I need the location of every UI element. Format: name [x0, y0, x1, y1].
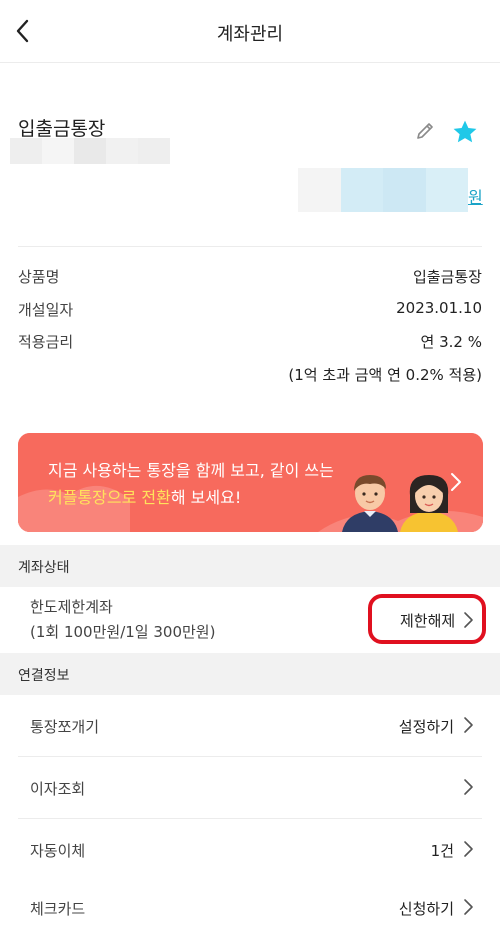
- chevron-right-icon: [451, 473, 461, 491]
- row-label: 이자조회: [30, 780, 86, 798]
- chevron-right-icon: [464, 899, 473, 915]
- row-value: 설정하기: [398, 718, 454, 736]
- detail-value: 2023.01.10: [396, 299, 482, 317]
- balance-unit[interactable]: 원: [468, 184, 483, 208]
- rate-note: (1억 초과 금액 연 0.2% 적용): [288, 366, 482, 384]
- pencil-icon: [417, 123, 433, 139]
- favorite-button[interactable]: [451, 118, 479, 146]
- divider: [18, 756, 482, 757]
- detail-value: 입출금통장: [412, 268, 482, 286]
- balance-amount-blurred: [298, 168, 468, 212]
- remove-limit-label: 제한해제: [400, 612, 456, 630]
- banner-text-rest: 해 보세요!: [170, 488, 242, 507]
- banner-text-line1: 지금 사용하는 통장을 함께 보고, 같이 쓰는: [48, 461, 334, 480]
- banner-highlight: 커플통장으로 전환: [48, 488, 171, 507]
- couple-illustration: [342, 475, 458, 532]
- divider: [18, 246, 482, 247]
- detail-value: 연 3.2 %: [420, 333, 482, 351]
- detail-label: 개설일자: [18, 301, 74, 319]
- row-check-card[interactable]: 체크카드 신청하기: [0, 878, 500, 939]
- section-title: 계좌상태: [18, 560, 70, 576]
- remove-limit-button[interactable]: 제한해제: [368, 594, 486, 644]
- row-account-split[interactable]: 통장쪼개기 설정하기: [0, 696, 500, 757]
- row-label: 자동이체: [30, 842, 86, 860]
- chevron-right-icon: [464, 779, 473, 795]
- chevron-right-icon: [464, 717, 473, 733]
- chevron-right-icon: [464, 841, 473, 857]
- detail-row-open-date: 개설일자 2023.01.10: [18, 299, 482, 323]
- row-label: 통장쪼개기: [30, 718, 100, 736]
- page-title: 계좌관리: [216, 24, 284, 45]
- row-label: 체크카드: [30, 900, 86, 918]
- section-header-account-status: 계좌상태: [0, 545, 500, 587]
- row-interest-inquiry[interactable]: 이자조회: [0, 758, 500, 819]
- row-value: 1건: [430, 842, 454, 860]
- status-name: 한도제한계좌: [30, 598, 113, 616]
- account-number-blurred: [10, 138, 170, 164]
- star-icon: [453, 120, 477, 143]
- detail-row-interest-rate: 적용금리 연 3.2 %: [18, 331, 482, 355]
- banner-text-line2: 커플통장으로 전환해 보세요!: [48, 484, 241, 508]
- chevron-right-icon: [464, 612, 473, 628]
- row-auto-transfer[interactable]: 자동이체 1건: [0, 820, 500, 881]
- account-name: 입출금통장: [18, 118, 106, 140]
- detail-row-product: 상품명 입출금통장: [18, 266, 482, 290]
- top-app-bar: 계좌관리: [0, 0, 500, 63]
- section-header-connection-info: 연결정보: [0, 653, 500, 695]
- divider: [18, 818, 482, 819]
- edit-account-name-button[interactable]: [414, 120, 436, 142]
- section-title: 연결정보: [18, 668, 70, 684]
- row-value: 신청하기: [398, 900, 454, 918]
- detail-label: 상품명: [18, 268, 60, 286]
- detail-label: 적용금리: [18, 333, 74, 351]
- status-limit: (1회 100만원/1일 300만원): [30, 623, 216, 641]
- couple-account-banner[interactable]: 지금 사용하는 통장을 함께 보고, 같이 쓰는 커플통장으로 전환해 보세요!: [18, 433, 483, 532]
